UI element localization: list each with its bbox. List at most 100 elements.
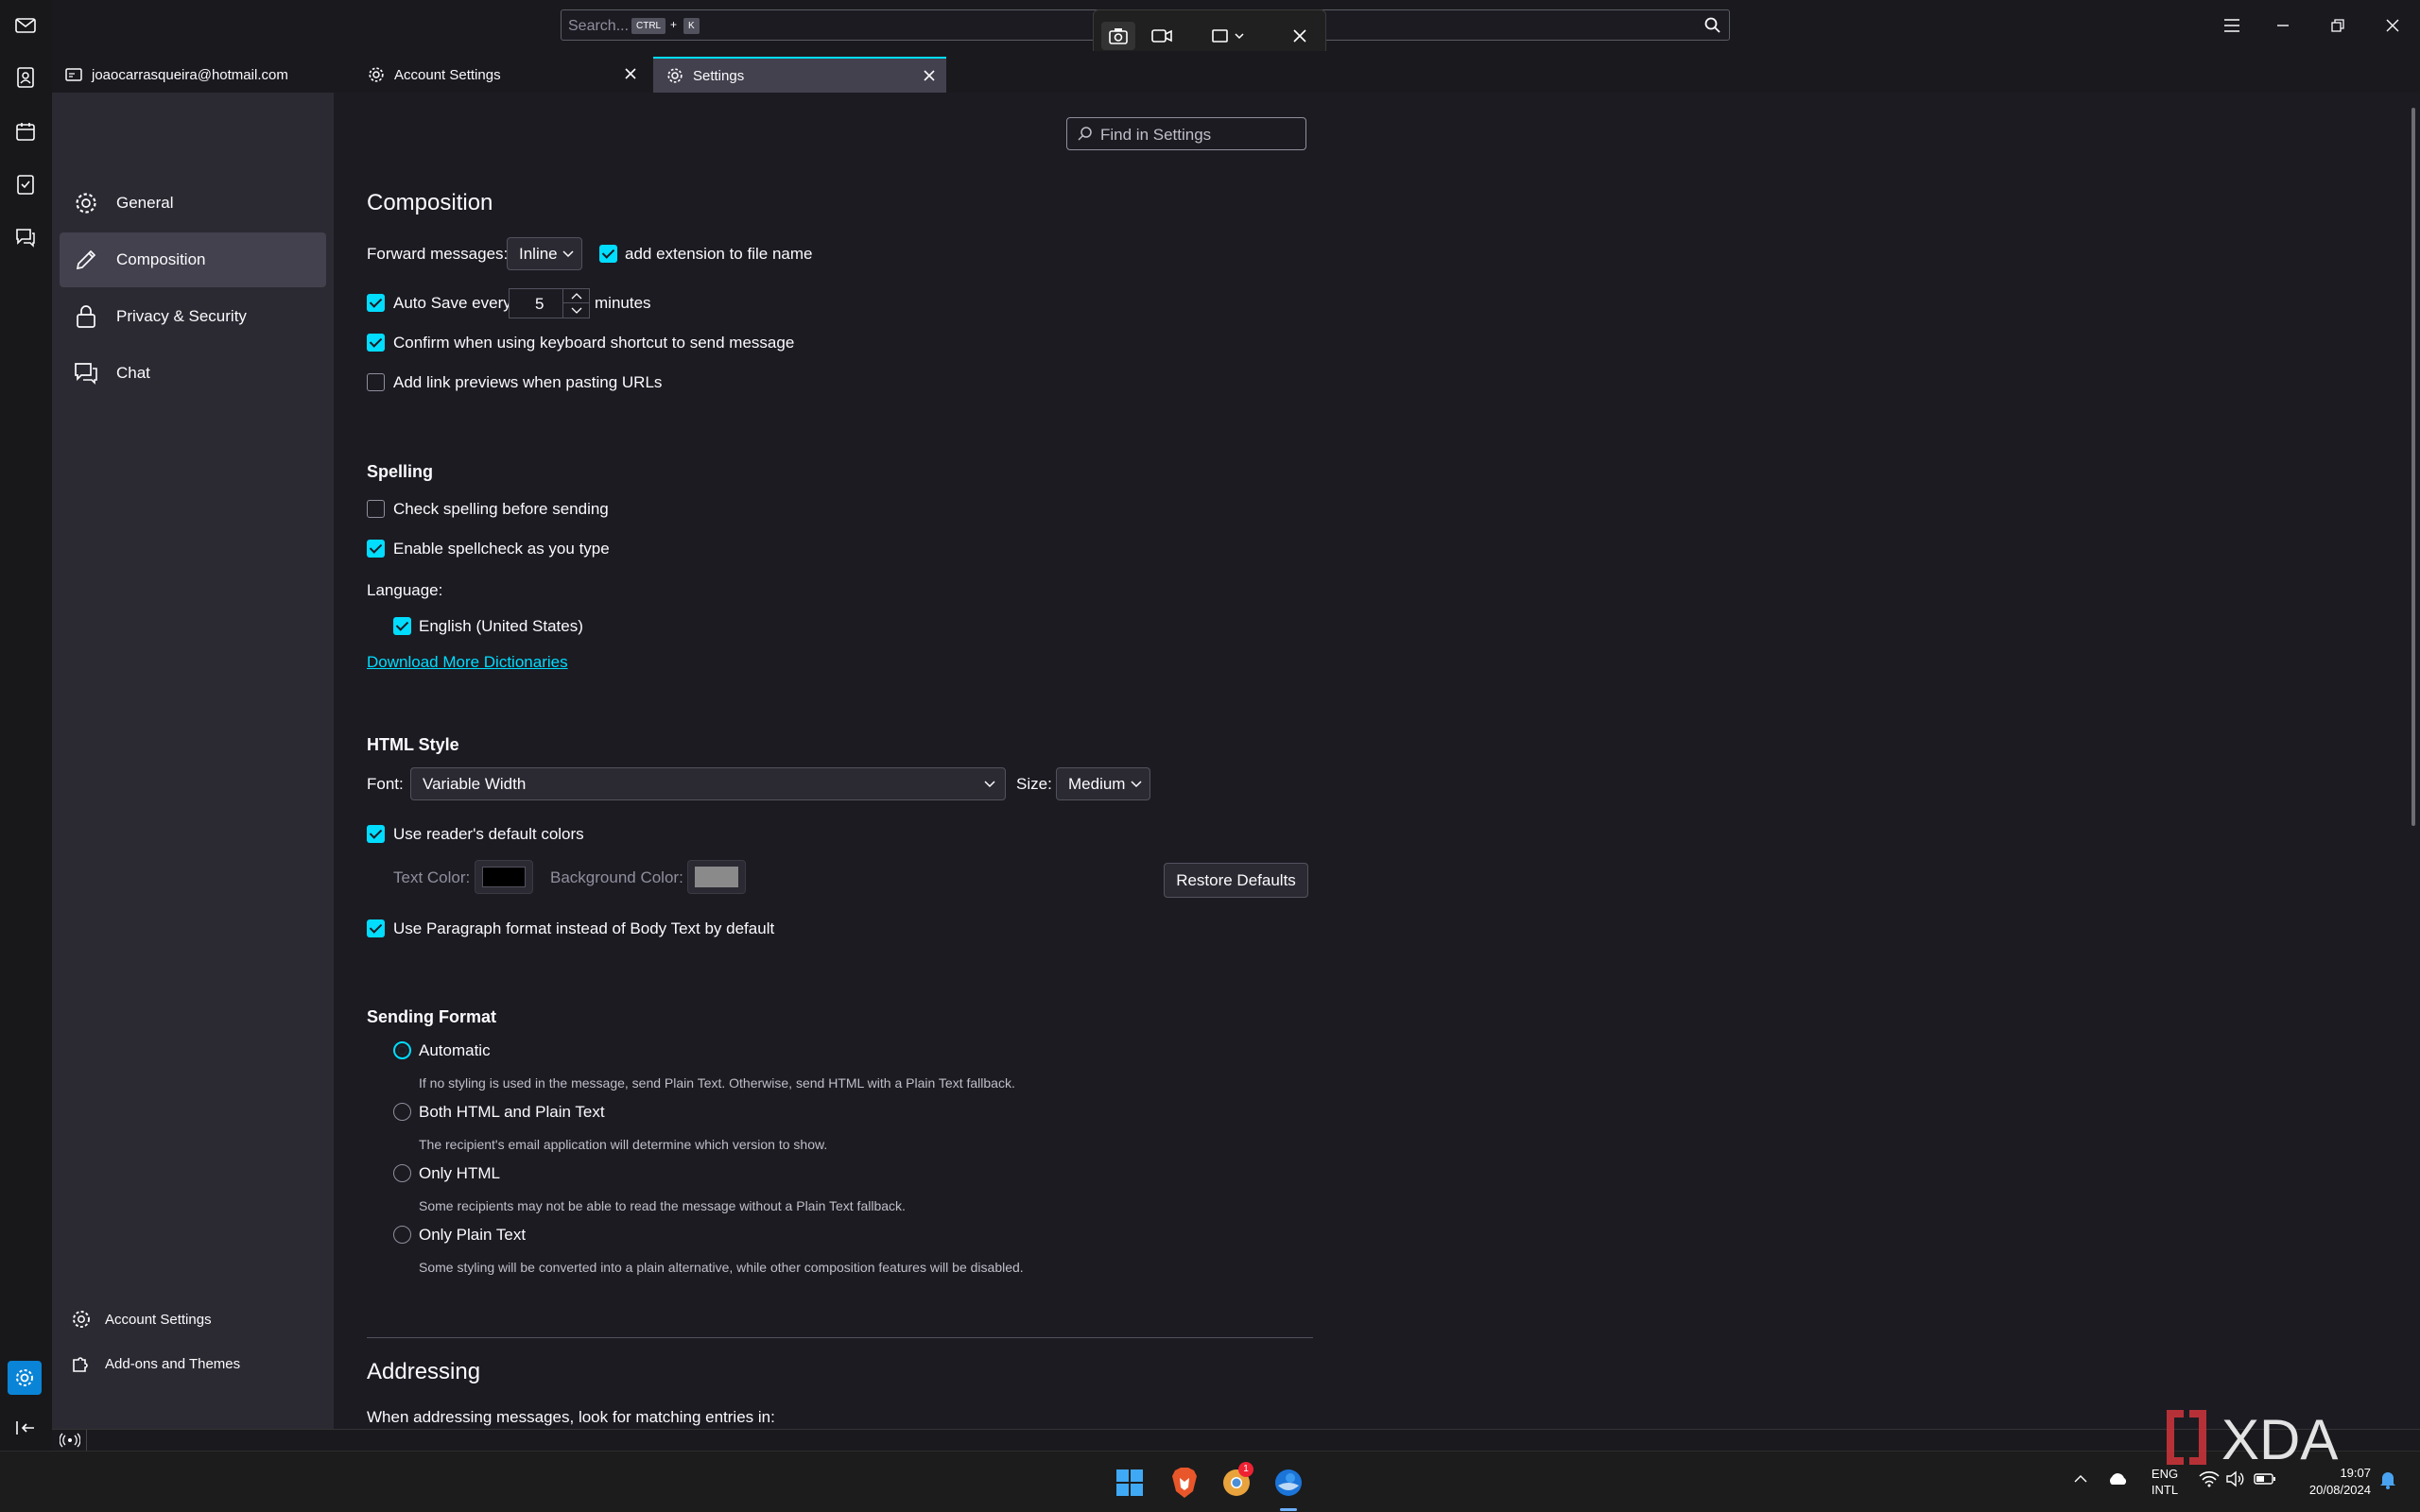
link-previews-checkbox[interactable] xyxy=(367,373,385,391)
link-previews-label: Add link previews when pasting URLs xyxy=(393,373,663,391)
chat-icon[interactable] xyxy=(11,223,40,251)
collapse-toolbar-icon[interactable] xyxy=(11,1414,40,1442)
spellcheck-as-type-checkbox[interactable] xyxy=(367,540,385,558)
scrollbar-thumb[interactable] xyxy=(2411,108,2415,826)
category-privacy-security[interactable]: Privacy & Security xyxy=(60,289,326,344)
autosave-unit: minutes xyxy=(595,294,651,312)
autosave-checkbox[interactable] xyxy=(367,294,385,312)
chevron-down-icon xyxy=(984,781,995,788)
camera-icon[interactable] xyxy=(1101,22,1135,54)
lock-icon xyxy=(73,303,99,330)
text-color-picker[interactable] xyxy=(475,860,533,894)
wifi-icon[interactable] xyxy=(2199,1470,2220,1487)
minimize-icon[interactable] xyxy=(2271,13,2295,38)
windows-taskbar: 1 ENG INTL 19:07 20/08/2024 xyxy=(0,1451,2420,1512)
category-label: Composition xyxy=(116,250,206,268)
section-divider xyxy=(367,1337,1313,1338)
size-value: Medium xyxy=(1068,774,1126,793)
tab-account-settings[interactable]: Account Settings xyxy=(354,57,648,93)
watermark-text: XDA xyxy=(2221,1408,2338,1470)
pencil-icon xyxy=(73,247,99,273)
size-label: Size: xyxy=(1016,775,1052,793)
chrome-canary-icon[interactable]: 1 xyxy=(1221,1462,1253,1498)
category-chat[interactable]: Chat xyxy=(60,346,326,401)
tab-settings[interactable]: Settings xyxy=(653,57,946,93)
background-color-picker[interactable] xyxy=(687,860,746,894)
hamburger-menu-icon[interactable] xyxy=(2220,13,2244,38)
language-label: Language: xyxy=(367,581,443,599)
video-camera-icon[interactable] xyxy=(1145,22,1179,50)
confirm-shortcut-checkbox[interactable] xyxy=(367,334,385,352)
shortcut-plus: + xyxy=(670,18,678,31)
onedrive-cloud-icon[interactable] xyxy=(2106,1471,2129,1486)
brave-browser-icon[interactable] xyxy=(1170,1467,1199,1499)
mail-account-icon xyxy=(65,67,82,82)
category-general[interactable]: General xyxy=(60,176,326,231)
restore-defaults-label: Restore Defaults xyxy=(1176,870,1296,889)
check-spelling-checkbox[interactable] xyxy=(367,500,385,518)
search-icon[interactable] xyxy=(1704,17,1721,34)
chat-icon xyxy=(73,360,99,387)
shortcut-key-k: K xyxy=(683,18,700,34)
volume-icon[interactable] xyxy=(2225,1470,2246,1487)
download-dictionaries-link[interactable]: Download More Dictionaries xyxy=(367,653,568,672)
settings-gear-icon[interactable] xyxy=(8,1361,42,1395)
font-select[interactable]: Variable Width xyxy=(410,767,1006,800)
forward-messages-select[interactable]: Inline xyxy=(507,237,582,270)
language-english-checkbox[interactable] xyxy=(393,617,411,635)
forward-value: Inline xyxy=(519,244,558,263)
radio-automatic-label: Automatic xyxy=(419,1041,491,1059)
clock-date: 20/08/2024 xyxy=(2308,1483,2371,1497)
battery-icon[interactable] xyxy=(2254,1471,2276,1486)
gear-icon xyxy=(73,190,99,216)
calendar-icon[interactable] xyxy=(11,117,40,146)
autosave-minutes-stepper[interactable]: 5 xyxy=(509,288,590,318)
shortcut-key-ctrl: CTRL xyxy=(631,18,666,34)
tab-mail[interactable]: joaocarrasqueira@hotmail.com xyxy=(52,57,354,93)
online-status-icon[interactable] xyxy=(60,1433,80,1448)
sidebar-addons-themes[interactable]: Add-ons and Themes xyxy=(71,1349,240,1378)
snip-mode-icon[interactable] xyxy=(1205,22,1251,50)
tab-label: joaocarrasqueira@hotmail.com xyxy=(92,66,288,83)
windows-start-icon[interactable] xyxy=(1115,1469,1144,1497)
radio-only-plain[interactable] xyxy=(393,1226,411,1244)
paragraph-format-checkbox[interactable] xyxy=(367,919,385,937)
tab-label: Settings xyxy=(693,67,745,84)
tasks-icon[interactable] xyxy=(11,170,40,198)
input-language[interactable]: ENG INTL xyxy=(2146,1466,2184,1498)
window-close-icon[interactable] xyxy=(2380,13,2405,38)
chevron-up-icon[interactable] xyxy=(562,289,589,303)
restore-icon[interactable] xyxy=(2325,13,2350,38)
section-title-composition: Composition xyxy=(367,190,493,215)
radio-automatic-desc: If no styling is used in the message, se… xyxy=(419,1075,1015,1091)
addressing-subtitle: When addressing messages, look for match… xyxy=(367,1408,775,1426)
chevron-down-icon xyxy=(562,250,574,258)
category-composition[interactable]: Composition xyxy=(60,232,326,287)
add-extension-checkbox[interactable] xyxy=(599,245,617,263)
chevron-down-icon[interactable] xyxy=(562,303,589,318)
radio-only-plain-desc: Some styling will be converted into a pl… xyxy=(419,1260,1024,1275)
size-select[interactable]: Medium xyxy=(1056,767,1150,800)
status-bar xyxy=(52,1429,2420,1451)
radio-automatic[interactable] xyxy=(393,1041,411,1059)
close-icon[interactable] xyxy=(1283,22,1317,50)
notification-bell-icon[interactable] xyxy=(2378,1469,2397,1490)
category-label: Chat xyxy=(116,364,150,382)
radio-only-html[interactable] xyxy=(393,1164,411,1182)
gear-icon xyxy=(71,1309,94,1330)
mail-icon[interactable] xyxy=(11,11,40,40)
address-book-icon[interactable] xyxy=(11,63,40,92)
radio-both-html-plain[interactable] xyxy=(393,1103,411,1121)
sidebar-bottom-label: Add-ons and Themes xyxy=(105,1355,241,1372)
reader-colors-checkbox[interactable] xyxy=(367,825,385,843)
tab-bar: joaocarrasqueira@hotmail.com Account Set… xyxy=(52,51,2420,93)
restore-defaults-button[interactable]: Restore Defaults xyxy=(1164,863,1308,898)
show-hidden-icons-chevron-up-icon[interactable] xyxy=(2074,1474,2087,1484)
category-label: Privacy & Security xyxy=(116,307,247,325)
sidebar-account-settings[interactable]: Account Settings xyxy=(71,1305,212,1333)
close-tab-icon[interactable] xyxy=(922,68,937,83)
find-in-settings-input[interactable]: Find in Settings xyxy=(1066,117,1306,150)
thunderbird-icon[interactable] xyxy=(1272,1467,1305,1511)
close-tab-icon[interactable] xyxy=(623,66,638,81)
autosave-value: 5 xyxy=(535,295,544,313)
